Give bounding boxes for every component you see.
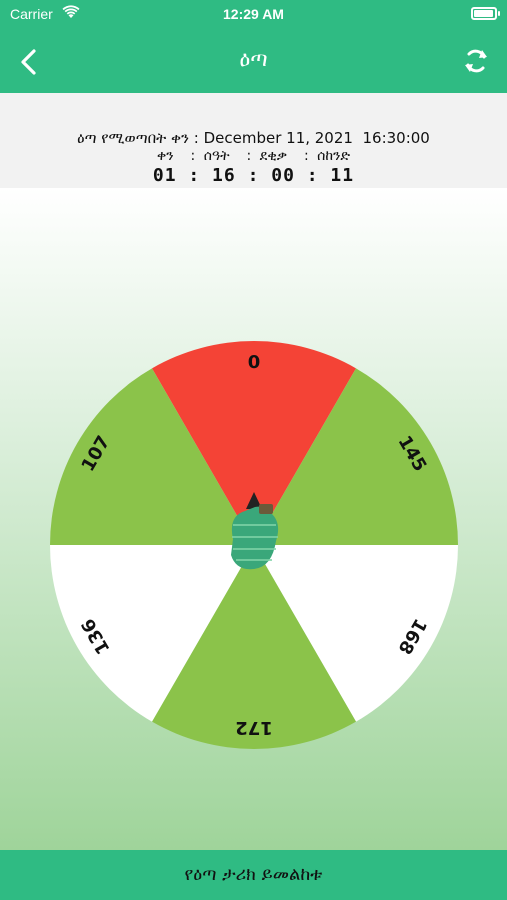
nav-bar: ዕጣ bbox=[0, 30, 507, 93]
countdown-timer: 01 : 16 : 00 : 11 bbox=[152, 165, 355, 186]
spin-wheel[interactable]: 0145168172136107 bbox=[50, 341, 458, 749]
main-area: 0 145 168 172 136 107 bbox=[0, 188, 507, 850]
draw-date-line: ዕጣ የሚወጣበት ቀን : December 11, 2021 16:30:0… bbox=[0, 129, 507, 147]
clock: 12:29 AM bbox=[223, 6, 284, 22]
countdown-units: ቀን : ሰዓት : ደቂቃ : ሰከንድ bbox=[156, 148, 351, 164]
wheel-segment-label: 172 bbox=[235, 717, 273, 738]
draw-date-label: ዕጣ የሚወጣበት ቀን bbox=[77, 129, 189, 147]
history-button[interactable]: የዕጣ ታሪክ ይመልከቱ bbox=[0, 850, 507, 900]
draw-date-separator: : bbox=[193, 129, 204, 147]
draw-date-value: December 11, 2021 16:30:00 bbox=[203, 129, 430, 147]
battery-icon bbox=[471, 7, 500, 20]
status-bar: Carrier 12:29 AM bbox=[0, 0, 507, 30]
refresh-icon[interactable] bbox=[461, 46, 491, 76]
draw-info-panel: ዕጣ የሚወጣበት ቀን : December 11, 2021 16:30:0… bbox=[0, 93, 507, 188]
page-title: ዕጣ bbox=[239, 47, 268, 72]
wheel-segment-label: 0 bbox=[248, 352, 261, 373]
